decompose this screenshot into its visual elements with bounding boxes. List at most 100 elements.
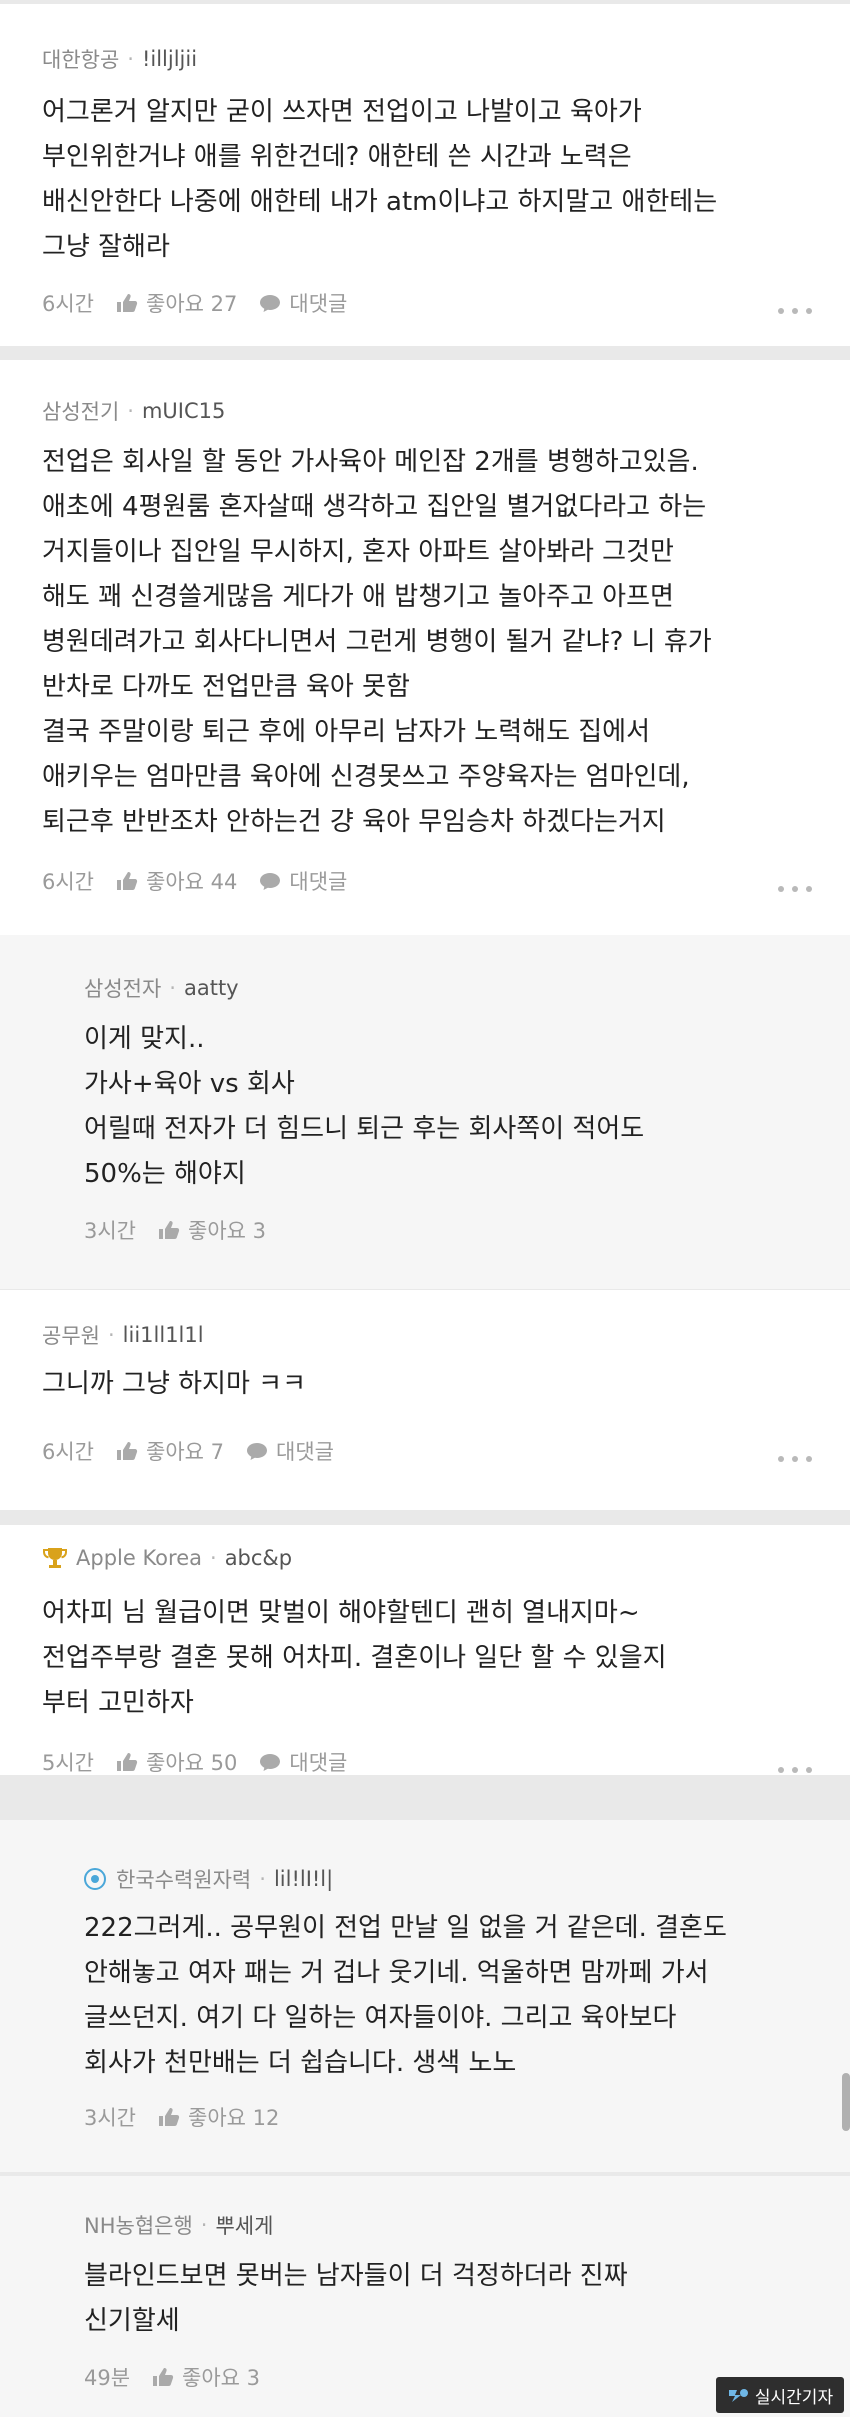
separator-dot: · — [200, 2213, 208, 2237]
like-button[interactable]: 좋아요 7 — [116, 1436, 224, 1466]
comment-text: 어그론거 알지만 굳이 쓰자면 전업이고 나발이고 육아가 부인위한거냐 애를 … — [42, 97, 718, 262]
thumbs-up-icon — [159, 2108, 180, 2126]
comment-actions: 6시간 좋아요 7 대댓글 — [42, 1436, 356, 1466]
like-button[interactable]: 좋아요 3 — [158, 1215, 266, 1245]
comment-actions: 5시간 좋아요 50 대댓글 — [42, 1747, 369, 1777]
comment-actions: 3시간 좋아요 12 — [84, 2102, 301, 2132]
thumbs-up-icon — [159, 1221, 180, 1239]
more-dot — [806, 308, 812, 314]
speech-bubble-icon — [247, 1443, 268, 1460]
more-options-button[interactable] — [778, 1767, 812, 1775]
company-name[interactable]: 한국수력원자력 — [116, 1864, 251, 1894]
comment-meta: 삼성전기 · mUIC15 — [42, 396, 225, 426]
watermark-logo-icon — [728, 2389, 748, 2402]
comment-meta: Apple Korea · abc&p — [42, 1545, 292, 1571]
nickname[interactable]: abc&p — [225, 1546, 292, 1570]
more-dots-icon — [778, 308, 784, 314]
like-count: 좋아요 7 — [146, 1440, 225, 1464]
comment-text: 블라인드보면 못버는 남자들이 더 걱정하더라 진짜 신기할세 — [84, 2261, 628, 2336]
nickname[interactable]: lil!lI!l| — [274, 1867, 333, 1891]
like-button[interactable]: 좋아요 44 — [116, 866, 237, 896]
comment-actions: 6시간 좋아요 44 대댓글 — [42, 866, 369, 896]
more-dots-icon — [778, 1767, 784, 1773]
nickname[interactable]: lii1ll1l1l — [123, 1323, 204, 1347]
company-name[interactable]: 삼성전자 — [84, 973, 161, 1003]
scrollbar-thumb[interactable] — [842, 2073, 850, 2131]
reply-button[interactable]: 대댓글 — [259, 866, 347, 896]
thumbs-up-icon — [117, 1753, 138, 1771]
reply-label: 대댓글 — [289, 292, 348, 316]
comment: Apple Korea · abc&p 어차피 님 월급이면 맞벌이 해야할텐디… — [0, 1525, 850, 1775]
time-label: 5시간 — [42, 1751, 95, 1775]
thumbs-up-icon — [153, 2368, 174, 2386]
comment: 공무원 · lii1ll1l1l 그니까 그냥 하지마 ㅋㅋ 6시간 좋아요 7… — [0, 1290, 850, 1510]
comment: 삼성전기 · mUIC15 전업은 회사일 할 동안 가사육아 메인잡 2개를 … — [0, 360, 850, 935]
thumbs-up-icon — [117, 294, 138, 312]
more-dot — [806, 886, 812, 892]
watermark-text: 실시간기자 — [754, 2387, 834, 2408]
more-dot — [792, 1456, 798, 1462]
like-count: 좋아요 50 — [146, 1751, 238, 1775]
speech-bubble-icon — [260, 873, 281, 890]
like-button[interactable]: 좋아요 3 — [152, 2362, 260, 2392]
like-count: 좋아요 27 — [146, 292, 238, 316]
more-dot — [806, 1456, 812, 1462]
nickname[interactable]: !illjljii — [142, 47, 197, 71]
comment-actions: 3시간 좋아요 3 — [84, 1215, 288, 1245]
comment-text: 그니까 그냥 하지마 ㅋㅋ — [42, 1369, 306, 1399]
comment-text: 어차피 님 월급이면 맞벌이 해야할텐디 괜히 열내지마~ 전업주부랑 결혼 못… — [42, 1598, 667, 1718]
time-label: 6시간 — [42, 1440, 95, 1464]
comment-text: 이게 맞지.. 가사+육아 vs 회사 어릴때 전자가 더 힘드니 퇴근 후는 … — [84, 1024, 645, 1189]
separator-dot: · — [127, 399, 134, 423]
separator-dot: · — [127, 47, 134, 71]
separator-dot: · — [210, 1546, 217, 1570]
company-name[interactable]: 공무원 — [42, 1320, 100, 1350]
like-button[interactable]: 좋아요 12 — [158, 2102, 279, 2132]
more-dots-icon — [778, 1456, 784, 1462]
reply-comment: 한국수력원자력 · lil!lI!l| 222그러게.. 공무원이 전업 만날 … — [0, 1820, 850, 2172]
reply-label: 대댓글 — [289, 1751, 348, 1775]
separator-dot: · — [107, 1323, 115, 1347]
time-label: 6시간 — [42, 870, 95, 894]
comment-text: 222그러게.. 공무원이 전업 만날 일 없을 거 같은데. 결혼도 안해놓고… — [84, 1913, 727, 2078]
more-options-button[interactable] — [778, 1456, 812, 1464]
like-count: 좋아요 3 — [182, 2366, 261, 2390]
time-label: 3시간 — [84, 2106, 137, 2130]
like-count: 좋아요 44 — [146, 870, 238, 894]
more-dot — [792, 1767, 798, 1773]
comment-actions: 6시간 좋아요 27 대댓글 — [42, 288, 369, 318]
more-dot — [792, 308, 798, 314]
trophy-badge-icon — [43, 1548, 67, 1568]
like-button[interactable]: 좋아요 50 — [116, 1747, 237, 1777]
more-dots-icon — [778, 886, 784, 892]
like-button[interactable]: 좋아요 27 — [116, 288, 237, 318]
time-label: 49분 — [84, 2366, 131, 2390]
comment-actions: 49분 좋아요 3 — [84, 2362, 282, 2392]
comment-meta: 삼성전자 · aatty — [84, 973, 239, 1003]
nickname[interactable]: aatty — [184, 976, 239, 1000]
company-name[interactable]: Apple Korea — [76, 1546, 202, 1570]
more-dot — [806, 1767, 812, 1773]
more-options-button[interactable] — [778, 308, 812, 316]
like-count: 좋아요 3 — [188, 1219, 267, 1243]
reply-button[interactable]: 대댓글 — [259, 288, 347, 318]
nickname[interactable]: mUIC15 — [142, 399, 225, 423]
reply-button[interactable]: 대댓글 — [246, 1436, 334, 1466]
company-name[interactable]: 삼성전기 — [42, 396, 119, 426]
company-logo-icon — [84, 1868, 106, 1890]
comment-meta: 한국수력원자력 · lil!lI!l| — [84, 1864, 333, 1894]
like-count: 좋아요 12 — [188, 2106, 280, 2130]
comment-text: 전업은 회사일 할 동안 가사육아 메인잡 2개를 병행하고있음. 애초에 4평… — [42, 447, 712, 837]
speech-bubble-icon — [260, 295, 281, 312]
thumbs-up-icon — [117, 872, 138, 890]
reply-label: 대댓글 — [289, 870, 348, 894]
comment-meta: 대한항공 · !illjljii — [42, 44, 197, 74]
nickname[interactable]: 뿌세게 — [215, 2210, 273, 2240]
reply-button[interactable]: 대댓글 — [259, 1747, 347, 1777]
company-name[interactable]: 대한항공 — [42, 44, 119, 74]
more-options-button[interactable] — [778, 886, 812, 894]
separator-dot: · — [169, 976, 176, 1000]
company-name[interactable]: NH농협은행 — [84, 2210, 193, 2240]
thumbs-up-icon — [117, 1442, 138, 1460]
speech-bubble-icon — [260, 1754, 281, 1771]
